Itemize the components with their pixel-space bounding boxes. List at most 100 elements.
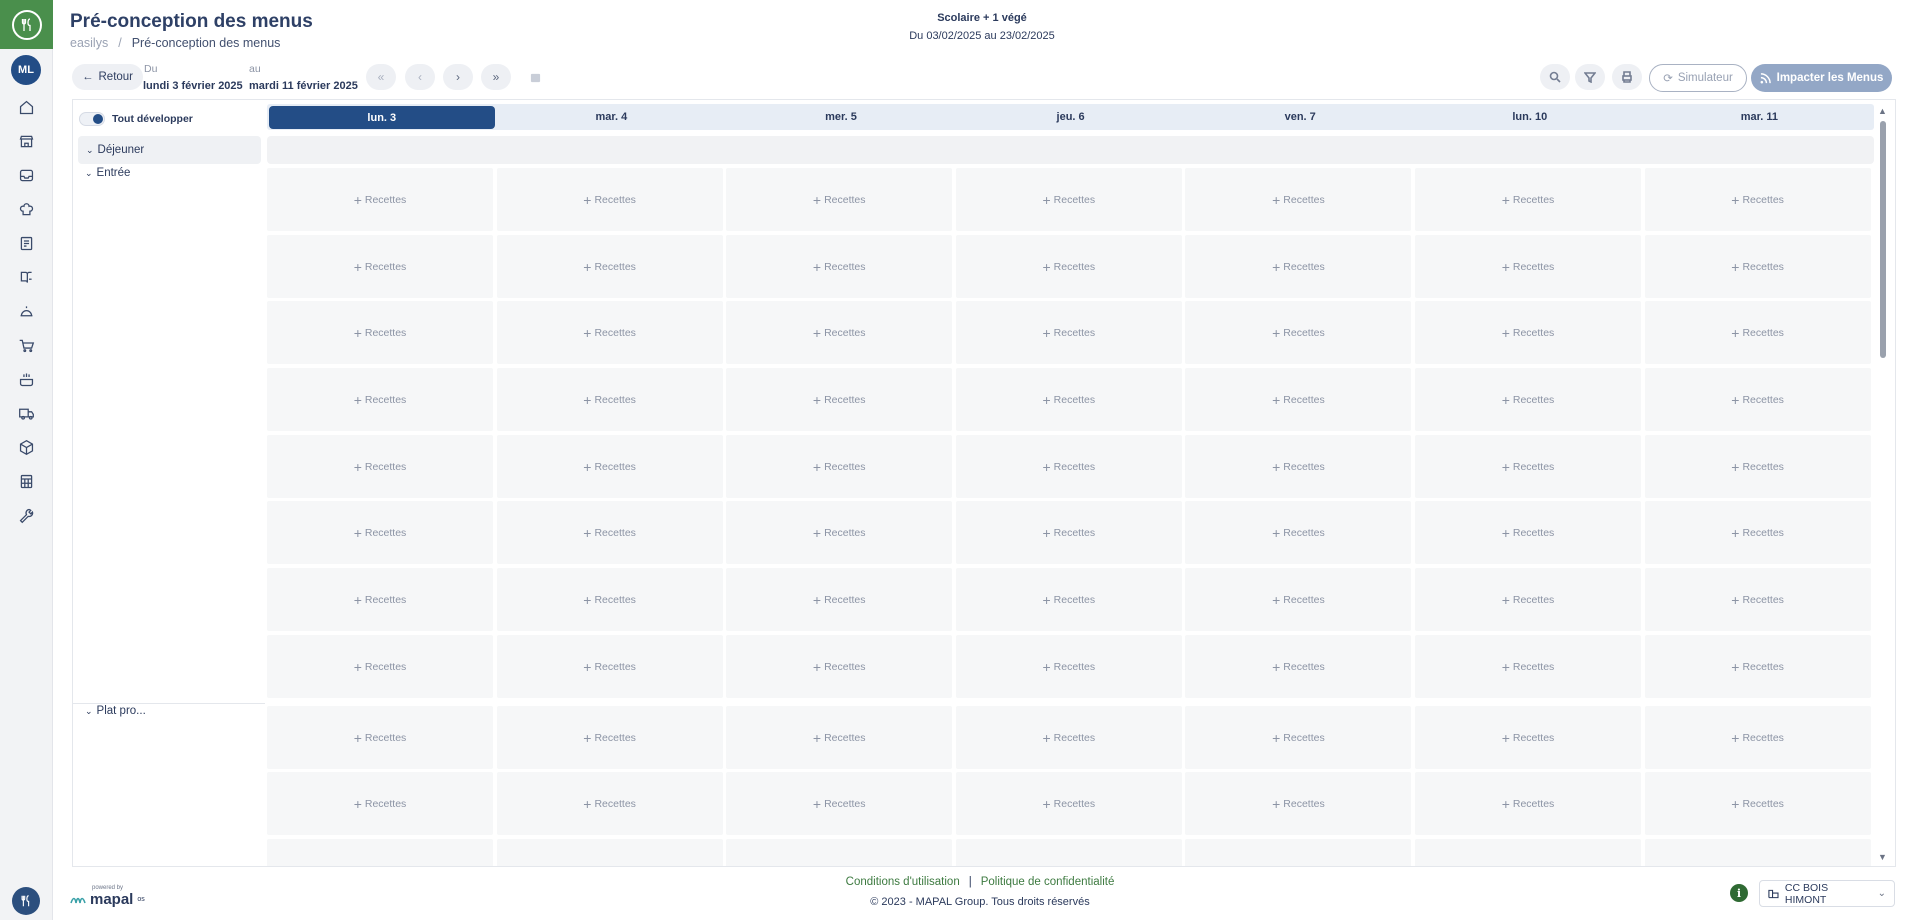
search-button[interactable]	[1540, 64, 1570, 90]
add-recipe-cell[interactable]: +Recettes	[496, 772, 723, 835]
add-recipe-cell[interactable]: +Recettes	[1415, 501, 1641, 564]
add-recipe-cell[interactable]: +Recettes	[1415, 772, 1641, 835]
add-recipe-cell[interactable]: +Recettes	[1644, 839, 1871, 866]
add-recipe-cell[interactable]: +Recettes	[496, 839, 723, 866]
add-recipe-cell[interactable]: +Recettes	[267, 839, 493, 866]
add-recipe-cell[interactable]: +Recettes	[1185, 706, 1412, 769]
add-recipe-cell[interactable]: +Recettes	[267, 772, 493, 835]
last-page-button[interactable]: »	[481, 64, 511, 90]
delivery-truck-icon[interactable]	[16, 403, 36, 423]
meal-row-dejeuner[interactable]: ⌄ Déjeuner	[78, 136, 261, 164]
add-recipe-cell[interactable]: +Recettes	[955, 839, 1182, 866]
add-recipe-cell[interactable]: +Recettes	[496, 501, 723, 564]
add-recipe-cell[interactable]: +Recettes	[1185, 635, 1412, 698]
add-recipe-cell[interactable]: +Recettes	[1185, 168, 1412, 231]
add-recipe-cell[interactable]: +Recettes	[1415, 235, 1641, 298]
day-header[interactable]: ven. 7	[1185, 104, 1415, 130]
add-recipe-cell[interactable]: +Recettes	[726, 435, 953, 498]
home-icon[interactable]	[16, 97, 36, 117]
add-recipe-cell[interactable]: +Recettes	[267, 368, 493, 431]
expand-all-toggle[interactable]	[79, 112, 105, 126]
filter-button[interactable]	[1575, 64, 1605, 90]
add-recipe-cell[interactable]: +Recettes	[267, 435, 493, 498]
add-recipe-cell[interactable]: +Recettes	[1644, 368, 1871, 431]
simulator-button[interactable]: ⟳ Simulateur	[1649, 64, 1747, 92]
vertical-scrollbar[interactable]: ▲ ▼	[1876, 104, 1890, 866]
add-recipe-cell[interactable]: +Recettes	[1185, 501, 1412, 564]
add-recipe-cell[interactable]: +Recettes	[955, 706, 1182, 769]
user-avatar[interactable]: ML	[11, 55, 41, 85]
day-header[interactable]: mar. 11	[1645, 104, 1875, 130]
back-button[interactable]: ← Retour	[72, 64, 144, 90]
add-recipe-cell[interactable]: +Recettes	[955, 501, 1182, 564]
scroll-up-icon[interactable]: ▲	[1878, 106, 1887, 116]
add-recipe-cell[interactable]: +Recettes	[1185, 368, 1412, 431]
terms-link[interactable]: Conditions d'utilisation	[846, 876, 960, 888]
add-recipe-cell[interactable]: +Recettes	[1415, 568, 1641, 631]
add-recipe-cell[interactable]: +Recettes	[1415, 839, 1641, 866]
from-date[interactable]: lundi 3 février 2025	[143, 80, 243, 92]
add-recipe-cell[interactable]: +Recettes	[496, 435, 723, 498]
add-recipe-cell[interactable]: +Recettes	[726, 235, 953, 298]
add-recipe-cell[interactable]: +Recettes	[726, 568, 953, 631]
add-recipe-cell[interactable]: +Recettes	[726, 368, 953, 431]
scroll-down-icon[interactable]: ▼	[1878, 852, 1887, 862]
add-recipe-cell[interactable]: +Recettes	[1415, 168, 1641, 231]
inbox-icon[interactable]	[16, 165, 36, 185]
add-recipe-cell[interactable]: +Recettes	[1415, 301, 1641, 364]
cloche-icon[interactable]	[16, 301, 36, 321]
add-recipe-cell[interactable]: +Recettes	[267, 706, 493, 769]
add-recipe-cell[interactable]: +Recettes	[955, 168, 1182, 231]
chef-hat-icon[interactable]	[16, 199, 36, 219]
add-recipe-cell[interactable]: +Recettes	[726, 772, 953, 835]
add-recipe-cell[interactable]: +Recettes	[1185, 435, 1412, 498]
add-recipe-cell[interactable]: +Recettes	[1415, 635, 1641, 698]
add-recipe-cell[interactable]: +Recettes	[496, 368, 723, 431]
add-recipe-cell[interactable]: +Recettes	[726, 168, 953, 231]
cart-icon[interactable]	[16, 335, 36, 355]
category-plat[interactable]: ⌄ Plat pro...	[85, 705, 146, 717]
add-recipe-cell[interactable]: +Recettes	[1185, 235, 1412, 298]
day-header[interactable]: lun. 3	[269, 106, 495, 129]
add-recipe-cell[interactable]: +Recettes	[1644, 772, 1871, 835]
add-recipe-cell[interactable]: +Recettes	[267, 568, 493, 631]
add-recipe-cell[interactable]: +Recettes	[955, 368, 1182, 431]
to-date[interactable]: mardi 11 février 2025	[249, 80, 358, 92]
add-recipe-cell[interactable]: +Recettes	[267, 635, 493, 698]
book-icon[interactable]	[16, 267, 36, 287]
add-recipe-cell[interactable]: +Recettes	[496, 301, 723, 364]
add-recipe-cell[interactable]: +Recettes	[1644, 568, 1871, 631]
impact-menus-button[interactable]: Impacter les Menus	[1751, 64, 1892, 92]
add-recipe-cell[interactable]: +Recettes	[1185, 568, 1412, 631]
add-recipe-cell[interactable]: +Recettes	[267, 235, 493, 298]
store-icon[interactable]	[16, 131, 36, 151]
add-recipe-cell[interactable]: +Recettes	[496, 706, 723, 769]
info-icon[interactable]: i	[1730, 884, 1748, 902]
site-selector[interactable]: CC BOIS HIMONT ⌄	[1759, 880, 1895, 907]
add-recipe-cell[interactable]: +Recettes	[726, 501, 953, 564]
utensils-footer-icon[interactable]	[12, 887, 40, 915]
privacy-link[interactable]: Politique de confidentialité	[981, 876, 1115, 888]
day-header[interactable]: mar. 4	[497, 104, 727, 130]
add-recipe-cell[interactable]: +Recettes	[496, 635, 723, 698]
add-recipe-cell[interactable]: +Recettes	[267, 501, 493, 564]
add-recipe-cell[interactable]: +Recettes	[1415, 435, 1641, 498]
first-page-button[interactable]: «	[366, 64, 396, 90]
add-recipe-cell[interactable]: +Recettes	[1644, 168, 1871, 231]
add-recipe-cell[interactable]: +Recettes	[955, 301, 1182, 364]
category-entree[interactable]: ⌄ Entrée	[85, 167, 130, 179]
add-recipe-cell[interactable]: +Recettes	[267, 168, 493, 231]
add-recipe-cell[interactable]: +Recettes	[955, 235, 1182, 298]
add-recipe-cell[interactable]: +Recettes	[955, 568, 1182, 631]
calendar-button[interactable]	[520, 64, 550, 90]
add-recipe-cell[interactable]: +Recettes	[726, 839, 953, 866]
add-recipe-cell[interactable]: +Recettes	[726, 635, 953, 698]
add-recipe-cell[interactable]: +Recettes	[726, 706, 953, 769]
add-recipe-cell[interactable]: +Recettes	[496, 168, 723, 231]
package-icon[interactable]	[16, 437, 36, 457]
add-recipe-cell[interactable]: +Recettes	[955, 635, 1182, 698]
day-header[interactable]: jeu. 6	[956, 104, 1186, 130]
cooking-pot-icon[interactable]	[16, 369, 36, 389]
add-recipe-cell[interactable]: +Recettes	[1644, 501, 1871, 564]
add-recipe-cell[interactable]: +Recettes	[1415, 706, 1641, 769]
